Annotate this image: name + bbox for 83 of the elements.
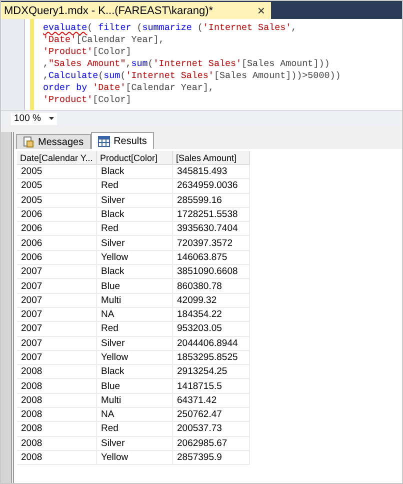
table-cell: NA [97, 408, 173, 422]
table-cell: 2857395.9 [173, 450, 250, 466]
table-cell: 2008 [17, 379, 97, 394]
table-cell: 2007 [17, 336, 97, 351]
table-cell: 2006 [17, 236, 97, 251]
table-cell: Multi [97, 394, 173, 408]
table-cell: 200537.73 [173, 422, 250, 437]
column-header[interactable]: [Sales Amount] [173, 151, 250, 165]
table-cell: 2007 [17, 294, 97, 308]
table-cell: 2005 [17, 179, 97, 194]
column-header[interactable]: Date[Calendar Y... [17, 151, 97, 165]
table-cell: Blue [97, 279, 173, 294]
table-cell: Black [97, 365, 173, 380]
table-cell: 2008 [17, 365, 97, 380]
table-cell: 2005 [17, 194, 97, 208]
grid-icon [98, 136, 110, 146]
table-cell: 2006 [17, 250, 97, 266]
table-cell: Black [97, 265, 173, 280]
table-cell: 184354.22 [173, 308, 250, 322]
result-tab[interactable]: Results [90, 132, 154, 149]
table-cell: Red [97, 222, 173, 236]
table-cell: 42099.32 [173, 294, 250, 308]
table-cell: 1418715.5 [173, 379, 250, 394]
table-cell: Yellow [97, 350, 173, 366]
table-cell: 2008 [17, 422, 97, 437]
table-cell: 250762.47 [173, 408, 250, 422]
table-cell: 2044406.8944 [173, 336, 250, 351]
table-cell: 2006 [17, 208, 97, 222]
table-cell: 2008 [17, 394, 97, 408]
code-line: order by 'Date'[Calendar Year], [43, 82, 215, 94]
table-cell: 2007 [17, 322, 97, 337]
table-cell: 285599.16 [173, 194, 250, 208]
table-cell: Black [97, 165, 173, 180]
code-line: evaluate( filter (summarize ('Internet Sales', [43, 22, 298, 34]
table-cell: NA [97, 308, 173, 322]
table-cell: Silver [97, 336, 173, 351]
table-cell: Silver [97, 236, 173, 251]
code-line: 'Product'[Color] [43, 46, 132, 58]
code-line: ,Calculate(sum('Internet Sales'[Sales Amount]))>5000)) [43, 70, 342, 82]
table-cell: 2913254.25 [173, 365, 250, 380]
table-cell: 64371.42 [173, 394, 250, 408]
messages-icon [23, 136, 34, 148]
column-header[interactable]: Product[Color] [97, 151, 173, 165]
zoom-dropdown[interactable]: 100 % [11, 112, 57, 124]
table-cell: 860380.78 [173, 279, 250, 294]
code-line: ,"Sales Amount",sum('Internet Sales'[Sales Amount])) [43, 58, 331, 70]
code-line: 'Product'[Color] [43, 94, 132, 106]
table-cell: 2007 [17, 279, 97, 294]
table-cell: Yellow [97, 450, 173, 466]
table-cell: Black [97, 208, 173, 222]
table-cell: Multi [97, 294, 173, 308]
table-cell: 2007 [17, 308, 97, 322]
table-cell: 345815.493 [173, 165, 250, 180]
table-cell: Yellow [97, 250, 173, 266]
table-cell: 2007 [17, 265, 97, 280]
table-cell: 2008 [17, 436, 97, 451]
document-title: MDXQuery1.mdx - K...(FAREAST\karang)* [4, 4, 214, 16]
table-cell: Red [97, 322, 173, 337]
table-cell: 3851090.6608 [173, 265, 250, 280]
splitter-bar[interactable] [1, 132, 12, 483]
table-cell: 3935630.7404 [173, 222, 250, 236]
caret-icon [49, 117, 54, 120]
table-cell: Blue [97, 379, 173, 394]
table-cell: 2008 [17, 408, 97, 422]
table-cell: 2634959.0036 [173, 179, 250, 194]
table-cell: Silver [97, 194, 173, 208]
table-cell: 2008 [17, 450, 97, 466]
table-cell: 2005 [17, 165, 97, 180]
table-cell: Red [97, 422, 173, 437]
table-cell: 1853295.8525 [173, 350, 250, 366]
table-cell: Silver [97, 436, 173, 451]
table-cell: 720397.3572 [173, 236, 250, 251]
table-cell: 146063.875 [173, 250, 250, 266]
table-cell: 1728251.5538 [173, 208, 250, 222]
close-icon[interactable]: × [257, 3, 265, 18]
table-cell: 2007 [17, 350, 97, 366]
table-cell: Red [97, 179, 173, 194]
table-cell: 953203.05 [173, 322, 250, 337]
code-line: 'Date'[Calendar Year], [43, 34, 166, 46]
table-cell: 2062985.67 [173, 436, 250, 451]
result-tab[interactable]: Messages [16, 134, 91, 149]
table-cell: 2006 [17, 222, 97, 236]
document-tab[interactable]: MDXQuery1.mdx - K...(FAREAST\karang)* × [1, 2, 271, 19]
